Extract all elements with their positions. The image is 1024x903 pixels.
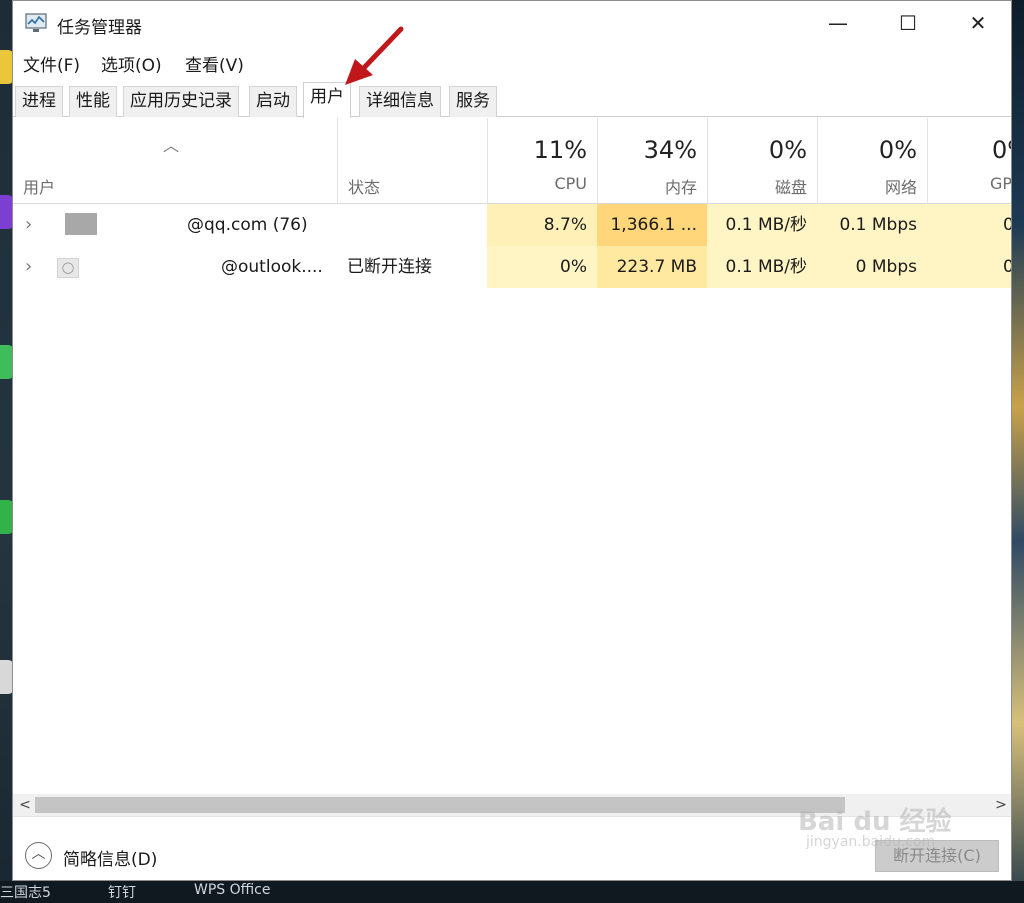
scroll-left-icon[interactable]: < — [15, 794, 35, 816]
column-label: 磁盘 — [774, 178, 807, 197]
red-arrow-annotation — [345, 26, 404, 85]
cpu-total: 11% — [533, 136, 587, 164]
tab-performance[interactable]: 性能 — [69, 86, 117, 117]
tab-startup[interactable]: 启动 — [249, 86, 297, 117]
gpu-cell: 0 — [927, 246, 1011, 288]
user-avatar-icon: ◯ — [57, 258, 79, 278]
table-row[interactable]: › @qq.com (76) 8.7% 1,366.1 ... 0.1 MB/秒… — [13, 204, 1011, 246]
tab-users[interactable]: 用户 — [303, 82, 351, 118]
tab-details[interactable]: 详细信息 — [359, 86, 441, 117]
taskbar-item[interactable]: WPS Office — [194, 882, 271, 898]
taskbar-item[interactable]: 钉钉 — [108, 882, 136, 902]
memory-cell: 1,366.1 ... — [597, 204, 707, 246]
gpu-total: 0% — [992, 136, 1011, 164]
user-name: @qq.com (76) — [187, 215, 308, 235]
network-cell: 0.1 Mbps — [817, 204, 927, 246]
disconnect-button[interactable]: 断开连接(C) — [875, 840, 999, 872]
column-label: CPU — [554, 174, 587, 193]
scroll-right-icon[interactable]: > — [991, 794, 1011, 816]
tab-services[interactable]: 服务 — [449, 86, 497, 117]
task-manager-icon — [25, 13, 47, 32]
expand-chevron-icon[interactable]: › — [25, 204, 32, 246]
fewer-details-link[interactable]: 简略信息(D) — [63, 845, 157, 870]
tab-strip: 进程 性能 应用历史记录 启动 用户 详细信息 服务 — [13, 81, 1011, 118]
table-row[interactable]: › ◯ @outlook.... 已断开连接 0% 223.7 MB 0.1 M… — [13, 246, 1011, 288]
column-label: 内存 — [664, 178, 697, 197]
table-header: ︿ 用户 状态 11% CPU 34% 内存 0% 磁盘 0% 网络 0% GP — [13, 118, 1012, 204]
desktop-taskbar: 三国志5 钉钉 WPS Office — [0, 881, 1024, 903]
disk-total: 0% — [768, 136, 807, 164]
sort-ascending-icon: ︿ — [163, 136, 180, 155]
column-label: 网络 — [884, 178, 917, 197]
column-header-status[interactable]: 状态 — [337, 118, 487, 204]
column-label: 用户 — [23, 178, 56, 197]
tab-processes[interactable]: 进程 — [15, 86, 63, 117]
gpu-cell: 0 — [927, 204, 1011, 246]
avatar — [65, 213, 97, 235]
column-header-user[interactable]: ︿ 用户 — [13, 118, 337, 204]
close-button[interactable]: ✕ — [955, 7, 1001, 39]
column-header-network[interactable]: 0% 网络 — [817, 118, 927, 204]
task-manager-window: 任务管理器 — ☐ ✕ 文件(F) 选项(O) 查看(V) 进程 性能 应用历史… — [12, 0, 1012, 881]
menu-options[interactable]: 选项(O) — [101, 51, 162, 76]
desktop-right-edge — [1012, 0, 1024, 903]
column-header-disk[interactable]: 0% 磁盘 — [707, 118, 817, 204]
title-bar[interactable]: 任务管理器 — ☐ ✕ — [13, 1, 1011, 45]
column-header-memory[interactable]: 34% 内存 — [597, 118, 707, 204]
network-total: 0% — [878, 136, 917, 164]
horizontal-scrollbar[interactable]: < > — [13, 794, 1011, 816]
minimize-button[interactable]: — — [815, 7, 861, 39]
memory-cell: 223.7 MB — [597, 246, 707, 288]
menu-view[interactable]: 查看(V) — [185, 51, 244, 76]
cpu-cell: 0% — [487, 246, 597, 288]
disk-cell: 0.1 MB/秒 — [707, 204, 817, 246]
expand-chevron-icon[interactable]: › — [25, 246, 32, 288]
taskbar-item[interactable]: 三国志5 — [0, 882, 51, 902]
footer-bar: ︿ 简略信息(D) 断开连接(C) — [13, 816, 1011, 880]
memory-total: 34% — [643, 136, 697, 164]
menu-file[interactable]: 文件(F) — [23, 51, 80, 76]
window-title: 任务管理器 — [57, 18, 142, 38]
column-label: 状态 — [348, 178, 381, 197]
column-header-gpu[interactable]: 0% GP — [927, 118, 1012, 204]
column-header-cpu[interactable]: 11% CPU — [487, 118, 597, 204]
column-label: GP — [990, 174, 1012, 193]
tab-app-history[interactable]: 应用历史记录 — [123, 86, 239, 117]
user-status: 已断开连接 — [347, 257, 432, 277]
user-name: @outlook.... — [221, 257, 323, 277]
scrollbar-thumb[interactable] — [35, 797, 845, 813]
disk-cell: 0.1 MB/秒 — [707, 246, 817, 288]
network-cell: 0 Mbps — [817, 246, 927, 288]
cpu-cell: 8.7% — [487, 204, 597, 246]
maximize-button[interactable]: ☐ — [885, 7, 931, 39]
collapse-chevron-icon[interactable]: ︿ — [25, 842, 52, 869]
